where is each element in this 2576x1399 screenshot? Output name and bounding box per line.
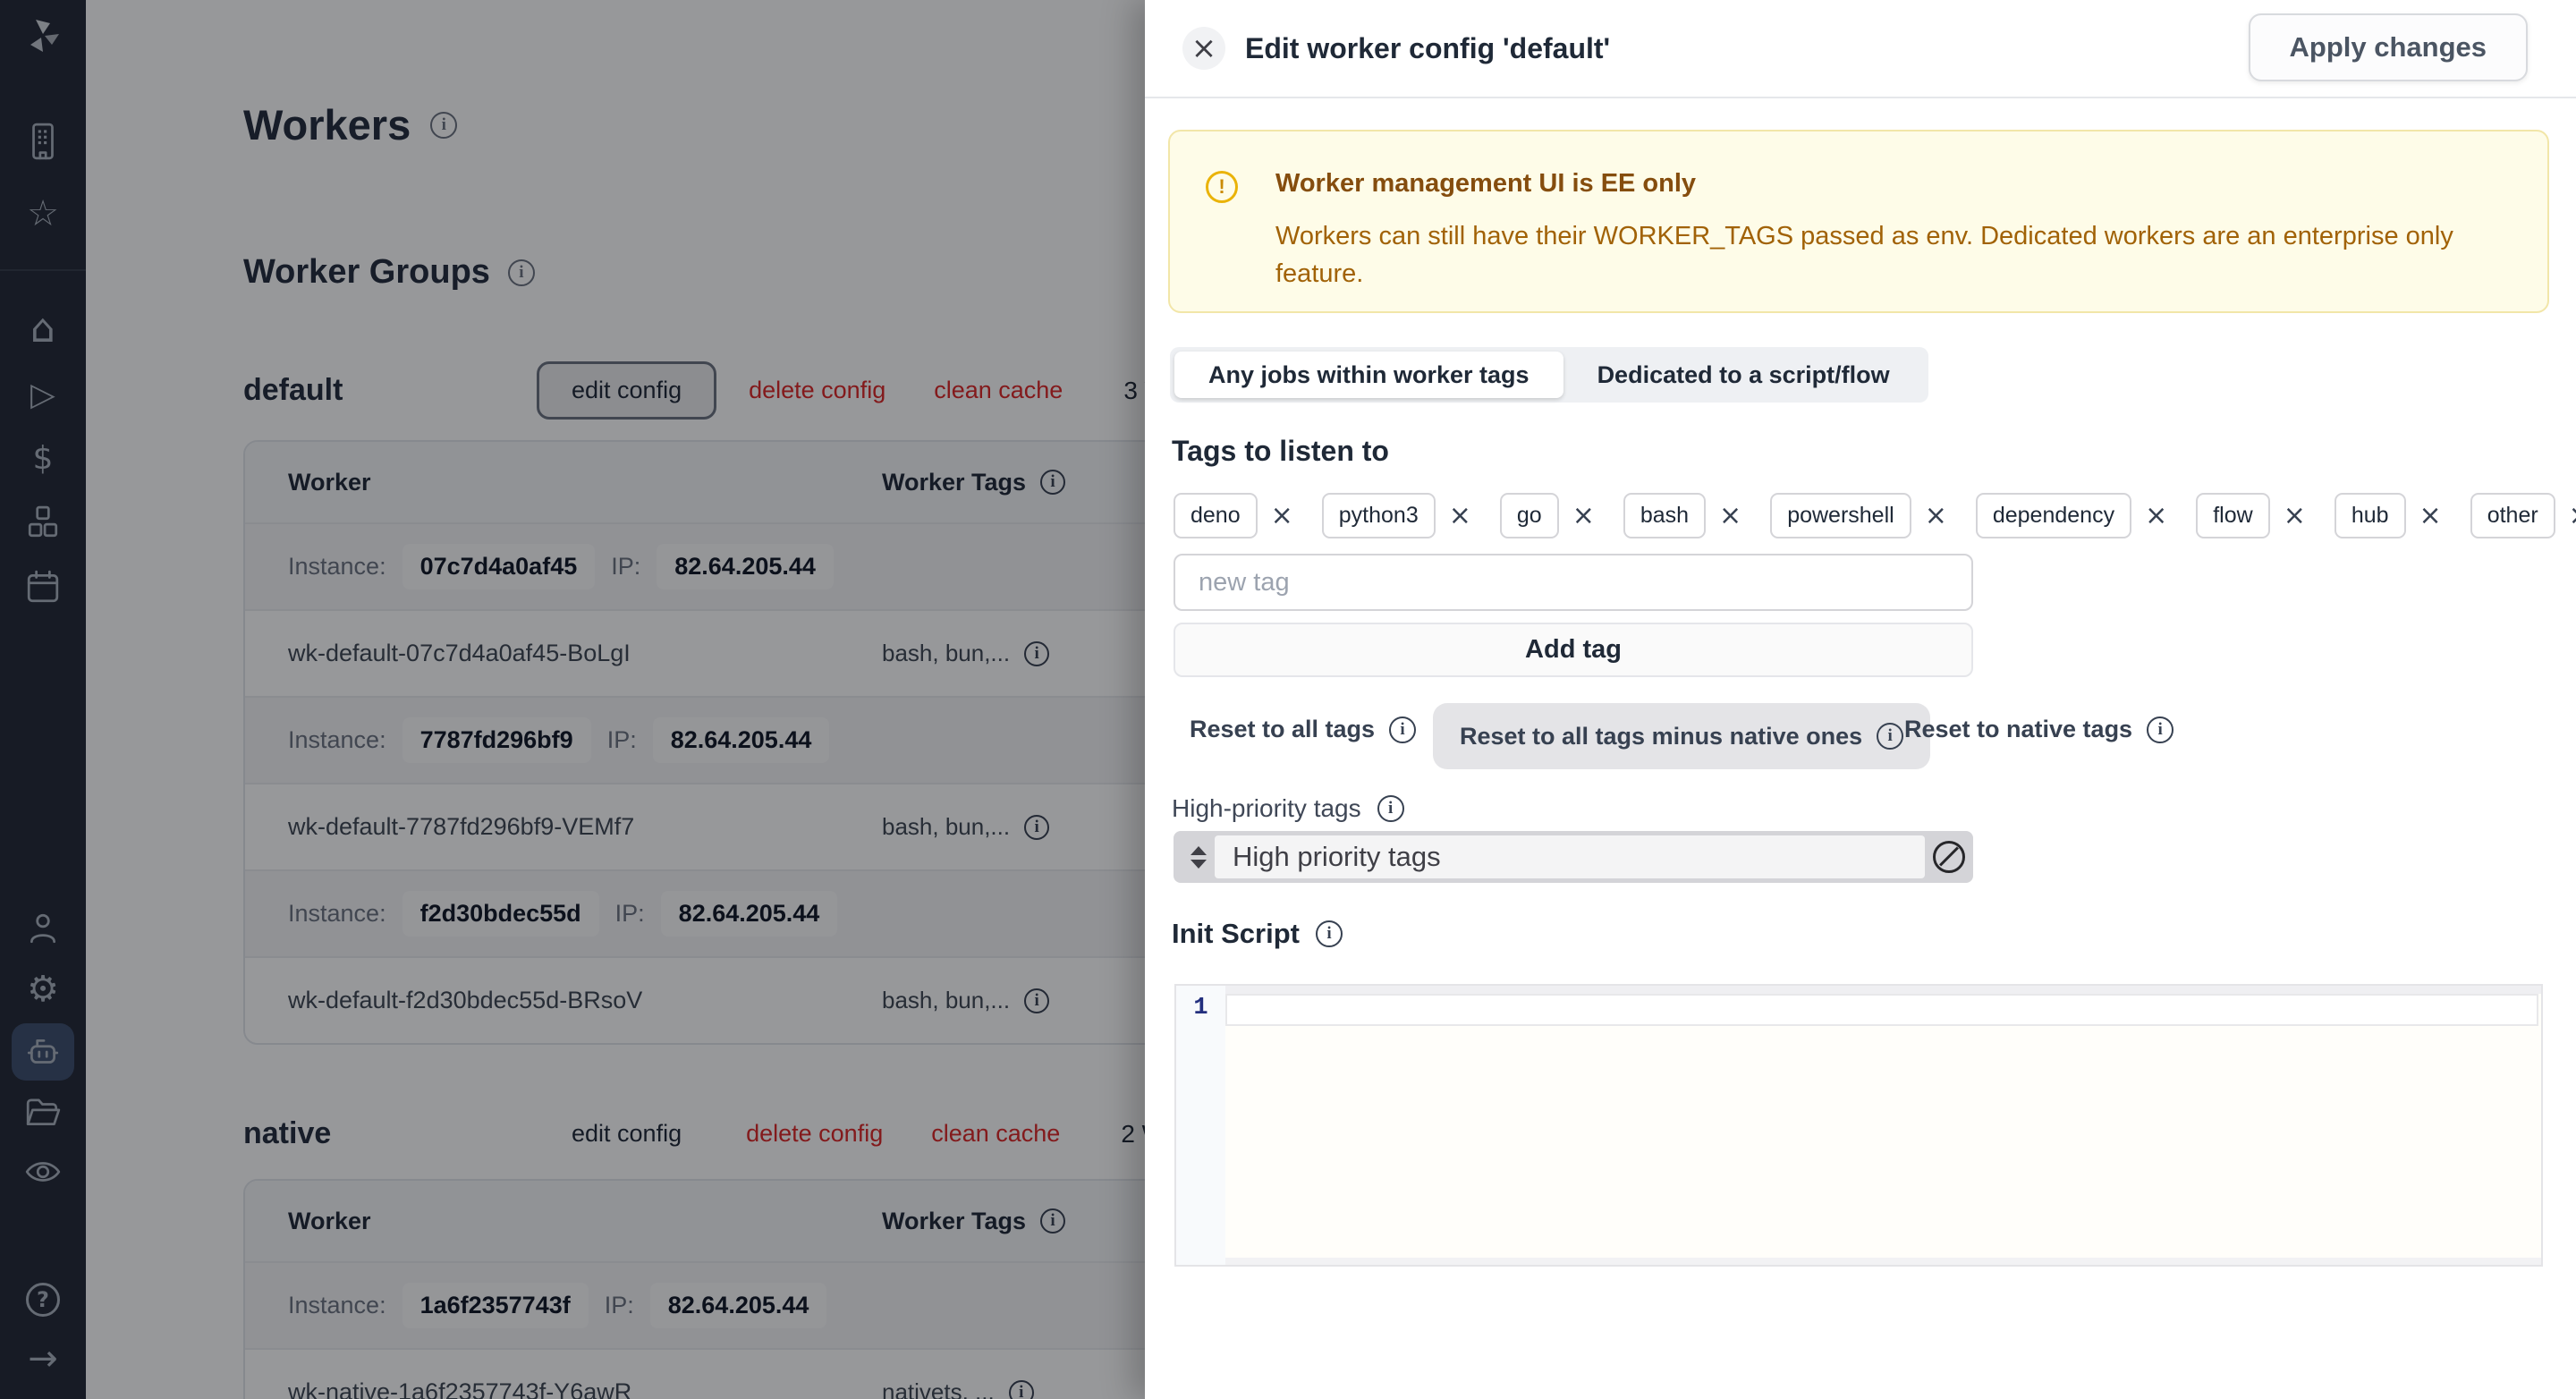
editor-gutter: 1 — [1176, 986, 1225, 1265]
tag-chip-group: other — [2470, 493, 2576, 538]
tag-chip-group: python3 — [1321, 493, 1471, 538]
reset-all-tags-button[interactable]: Reset to all tags — [1190, 716, 1417, 743]
reset-minus-native-label: Reset to all tags minus native ones — [1460, 722, 1863, 750]
remove-tag-icon[interactable] — [1271, 503, 1293, 530]
alert-body: Workers can still have their WORKER_TAGS… — [1275, 222, 2453, 288]
tag-chip: powershell — [1770, 493, 1911, 538]
tag-chip-group: hub — [2334, 493, 2442, 538]
high-priority-tags-value[interactable]: High priority tags — [1215, 835, 1925, 878]
reset-info-icon — [2147, 716, 2174, 743]
tag-chips-row: deno python3 go bash powershell dependen… — [1174, 493, 2576, 538]
editor-top-strip — [1225, 986, 2541, 994]
remove-tag-icon[interactable] — [1719, 503, 1741, 530]
tag-chip-group: powershell — [1770, 493, 1947, 538]
reset-minus-native-button[interactable]: Reset to all tags minus native ones — [1433, 703, 1931, 769]
tag-chip: flow — [2196, 493, 2270, 538]
tag-chip: bash — [1623, 493, 1707, 538]
high-priority-tags-label-text: High-priority tags — [1172, 794, 1361, 822]
tag-chip-group: deno — [1174, 493, 1293, 538]
tag-chip-group: bash — [1623, 493, 1741, 538]
close-icon[interactable] — [1182, 27, 1225, 70]
tab-any-jobs[interactable]: Any jobs within worker tags — [1174, 352, 1563, 398]
reset-all-tags-label: Reset to all tags — [1190, 716, 1376, 742]
editor-bottom-strip — [1225, 1258, 2541, 1265]
reset-info-icon — [1389, 716, 1417, 743]
tag-chip-group: dependency — [1975, 493, 2167, 538]
reset-native-tags-label: Reset to native tags — [1904, 716, 2133, 742]
tags-to-listen-title: Tags to listen to — [1172, 435, 1389, 467]
tag-chip: deno — [1174, 493, 1258, 538]
tag-chip: hub — [2334, 493, 2406, 538]
new-tag-input[interactable] — [1174, 554, 1973, 611]
init-script-info-icon[interactable] — [1315, 920, 1343, 947]
remove-tag-icon[interactable] — [2419, 503, 2442, 530]
remove-tag-icon[interactable] — [1925, 503, 1947, 530]
line-number: 1 — [1193, 995, 1208, 1022]
drawer-header: Edit worker config 'default' Apply chang… — [1145, 0, 2576, 98]
tab-dedicated[interactable]: Dedicated to a script/flow — [1563, 352, 1924, 398]
init-script-label: Init Script — [1172, 918, 1343, 950]
editor-current-line[interactable] — [1225, 994, 2538, 1026]
alert-circle-icon — [1206, 171, 1238, 203]
reset-native-tags-button[interactable]: Reset to native tags — [1904, 716, 2174, 743]
high-priority-tags-label: High-priority tags — [1172, 794, 1404, 823]
high-priority-info-icon[interactable] — [1377, 795, 1404, 822]
tag-chip: dependency — [1975, 493, 2132, 538]
init-script-editor[interactable]: 1 — [1174, 984, 2543, 1267]
tag-chip: other — [2470, 493, 2555, 538]
remove-tag-icon[interactable] — [2284, 503, 2306, 530]
tag-chip: python3 — [1321, 493, 1436, 538]
add-tag-button[interactable]: Add tag — [1174, 623, 1973, 677]
sort-chevrons-icon — [1182, 831, 1215, 883]
apply-changes-button[interactable]: Apply changes — [2248, 13, 2528, 81]
drawer-title: Edit worker config 'default' — [1245, 31, 1611, 64]
clear-selection-icon[interactable] — [1933, 841, 1965, 873]
tag-chip-group: go — [1499, 493, 1595, 538]
remove-tag-icon[interactable] — [2145, 503, 2167, 530]
ee-warning-alert: Worker management UI is EE only Workers … — [1168, 130, 2549, 313]
worker-mode-tabs: Any jobs within worker tags Dedicated to… — [1170, 347, 1928, 403]
remove-tag-icon[interactable] — [2569, 503, 2576, 530]
edit-worker-config-drawer: Edit worker config 'default' Apply chang… — [1145, 0, 2576, 1399]
init-script-label-text: Init Script — [1172, 918, 1300, 949]
high-priority-tags-select[interactable]: High priority tags — [1174, 831, 1973, 883]
tag-chip: go — [1499, 493, 1559, 538]
remove-tag-icon[interactable] — [1572, 503, 1595, 530]
tag-chip-group: flow — [2196, 493, 2306, 538]
alert-title: Worker management UI is EE only — [1275, 169, 1697, 198]
remove-tag-icon[interactable] — [1449, 503, 1471, 530]
reset-info-icon — [1877, 723, 1904, 750]
